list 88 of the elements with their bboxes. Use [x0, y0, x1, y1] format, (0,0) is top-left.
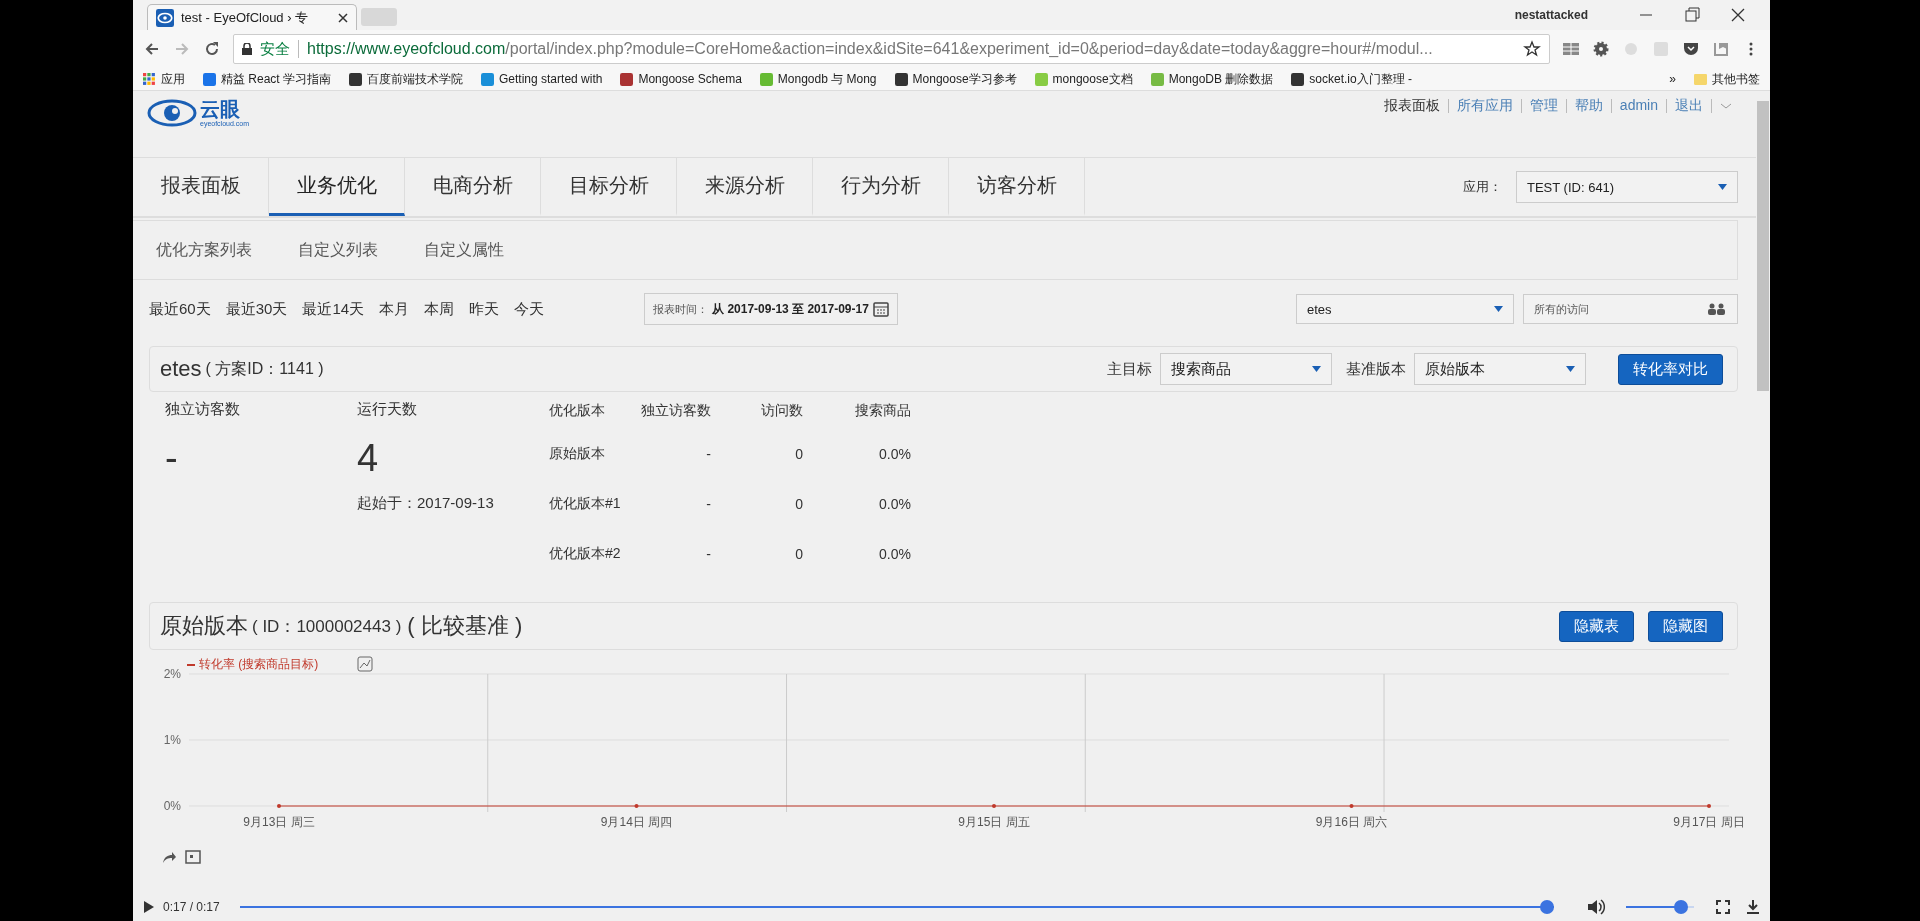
table-cell-text: 优化版本#1: [549, 494, 622, 513]
subnav-link[interactable]: 自定义属性: [424, 239, 504, 261]
table-cell-text: 0: [794, 545, 803, 564]
nav-tab[interactable]: 来源分析: [677, 158, 813, 216]
header-link[interactable]: 所有应用: [1456, 97, 1513, 115]
segment-select[interactable]: 所有的访问: [1523, 294, 1738, 324]
toggle-button[interactable]: 隐藏图: [1648, 610, 1723, 642]
header-link[interactable]: admin: [1619, 97, 1658, 113]
axis-label: 9月15日 周五: [958, 815, 1030, 829]
bookmark-item[interactable]: Getting started with: [499, 72, 603, 86]
column-header: 搜索商品: [803, 400, 911, 422]
axis-label: 9月14日 周四: [600, 815, 673, 829]
baseline-select[interactable]: 原始版本: [1414, 353, 1586, 385]
axis-label: 0%: [163, 799, 181, 813]
bookmark-item[interactable]: Mongoose学习参考: [912, 70, 1017, 88]
subnav-link[interactable]: 自定义列表: [298, 239, 378, 261]
axis-label: 9月16日 周六: [1315, 815, 1388, 829]
baseline-note: ( 比较基准 ): [407, 612, 523, 640]
bookmark-item[interactable]: Mongodb 与 Mong: [777, 70, 877, 88]
table-cell: 0.0%: [803, 472, 911, 522]
column-header: 独立访客数: [640, 401, 712, 420]
stat-value: -: [165, 437, 179, 480]
more-bookmarks-button[interactable]: »: [1669, 72, 1676, 86]
axis-label: 9月13日 周三: [243, 815, 315, 829]
period-link[interactable]: 本周: [424, 299, 455, 319]
bookmark-item[interactable]: 精益 React 学习指南: [221, 70, 331, 88]
table-cell-text: 0: [794, 445, 803, 464]
table-cell-text: 优化版本#2: [549, 544, 622, 563]
toggle-button[interactable]: 隐藏表: [1559, 610, 1634, 642]
variation-name: 原始版本: [160, 612, 248, 640]
app-select[interactable]: TEST (ID: 641): [1516, 171, 1738, 203]
bookmark-item[interactable]: 应用: [161, 70, 185, 88]
experiment-select[interactable]: etes: [1296, 294, 1514, 324]
bookmark-item[interactable]: Mongoose Schema: [638, 72, 742, 86]
table-cell-text: -: [705, 545, 712, 564]
period-link[interactable]: 最近60天: [149, 299, 211, 319]
baseline-label: 基准版本: [1346, 359, 1406, 379]
url-text: https://www.eyeofcloud.com/portal/index.php?module=CoreHome&action=index&idSite=641&experiment_id=0&period=day&date=today&aggre=hour#/modul...: [307, 40, 1433, 58]
profile-name[interactable]: nestattacked: [1514, 8, 1588, 22]
axis-label: 1%: [163, 733, 181, 747]
nav-tab[interactable]: 访客分析: [949, 158, 1085, 216]
nav-tab[interactable]: 目标分析: [541, 158, 677, 216]
table-cell-text: 原始版本: [549, 444, 606, 463]
axis-label: 9月17日 周日: [1673, 815, 1745, 829]
stat-label: 运行天数: [357, 400, 418, 419]
header-link[interactable]: 报表面板: [1383, 97, 1440, 115]
bookmark-item[interactable]: socket.io入门整理 -: [1309, 70, 1413, 88]
period-link[interactable]: 最近30天: [225, 299, 288, 319]
time-label: 0:17 / 0:17: [163, 900, 220, 914]
nav-tab[interactable]: 行为分析: [813, 158, 949, 216]
header-link[interactable]: 管理: [1529, 97, 1558, 115]
browser-tab[interactable]: test - EyeOfCloud › 专: [147, 4, 357, 30]
security-label: 安全: [260, 39, 290, 59]
compare-button[interactable]: 转化率对比: [1618, 353, 1723, 385]
period-link[interactable]: 今天: [514, 299, 545, 319]
column-header: 优化版本: [549, 401, 606, 420]
legend-label[interactable]: 转化率 (搜索商品目标): [199, 656, 319, 673]
period-link[interactable]: 最近14天: [302, 299, 365, 319]
nav-tab[interactable]: 电商分析: [405, 158, 541, 216]
variation-id: ( ID：1000002443 ): [252, 615, 402, 638]
header-link[interactable]: 退出: [1675, 97, 1703, 115]
subnav-link[interactable]: 优化方案列表: [156, 239, 252, 261]
bookmark-item[interactable]: 其他书签: [1712, 70, 1760, 88]
goal-label: 主目标: [1107, 359, 1152, 379]
bookmark-item[interactable]: 百度前端技术学院: [367, 70, 463, 88]
app-label: 应用：: [1463, 178, 1502, 196]
stat-label: 独立访客数: [165, 400, 241, 419]
table-cell: 0.0%: [803, 422, 911, 472]
table-cell-text: -: [705, 495, 712, 514]
experiment-id: ( 方案ID：1141 ): [205, 358, 324, 379]
nav-tab[interactable]: 业务优化: [269, 158, 405, 216]
period-link[interactable]: 昨天: [469, 299, 500, 319]
axis-label: 2%: [163, 667, 181, 681]
stat-value: 4: [357, 437, 380, 480]
experiment-name: etes: [160, 356, 202, 382]
bookmark-item[interactable]: mongoose文档: [1052, 70, 1133, 88]
goal-select[interactable]: 搜索商品: [1160, 353, 1332, 385]
column-header: 访问数: [760, 401, 803, 420]
nav-tab[interactable]: 报表面板: [133, 158, 269, 216]
period-link[interactable]: 本月: [379, 299, 410, 319]
table-cell: 0.0%: [803, 522, 911, 572]
stat-note: 起始于：2017-09-13: [357, 494, 495, 513]
table-cell-text: 0: [794, 495, 803, 514]
address-bar[interactable]: 安全 https://www.eyeofcloud.com/portal/index.php?module=CoreHome&action=index&idSite=641&experiment_id=0&period=day&date=today&aggre=hour#/modul...: [233, 34, 1550, 64]
date-range-field[interactable]: 报表时间： 从 2017-09-13 至 2017-09-17: [644, 293, 898, 325]
header-link[interactable]: 帮助: [1574, 97, 1603, 115]
bookmark-item[interactable]: MongoDB 删除数据: [1168, 70, 1274, 88]
table-cell-text: -: [705, 445, 712, 464]
